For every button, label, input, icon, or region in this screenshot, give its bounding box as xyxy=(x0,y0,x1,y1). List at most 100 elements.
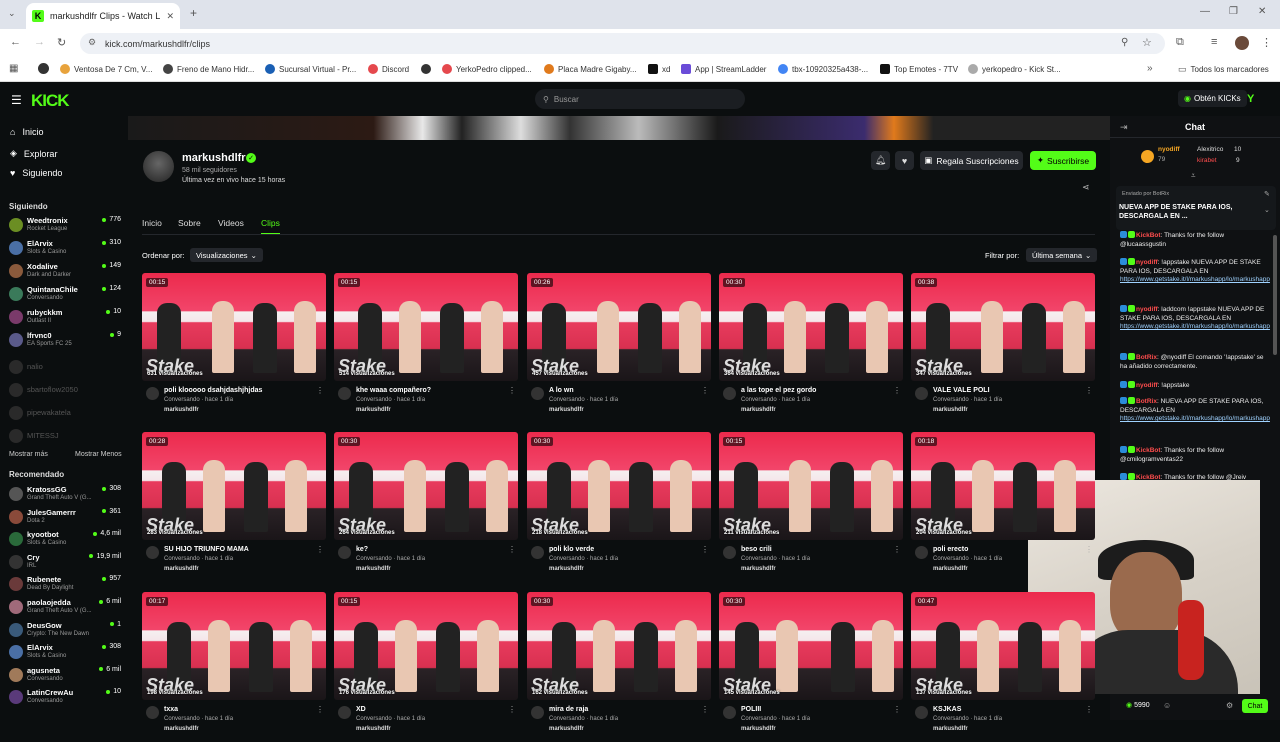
menu-dots-icon[interactable]: ⋮ xyxy=(1261,36,1272,49)
reading-list-icon[interactable]: ≡ xyxy=(1211,36,1217,48)
bookmark-item[interactable]: yerkopedro - Kick St... xyxy=(968,64,1061,74)
browser-tab-active[interactable]: K markushdlfr Clips - Watch Live ... ✕ xyxy=(26,3,180,29)
chat-username[interactable]: KickBot xyxy=(1136,474,1161,481)
leaderboard-name[interactable]: nyodiff xyxy=(1158,146,1180,153)
clip-thumbnail[interactable]: Stake 00:38 347 visualizaciones xyxy=(911,273,1095,381)
clip-card[interactable]: Stake 00:15 211 visualizaciones beso crili C… xyxy=(719,432,903,582)
clip-author[interactable]: markushdlfr xyxy=(933,566,968,572)
clip-author[interactable]: markushdlfr xyxy=(549,407,584,413)
minimize-icon[interactable]: — xyxy=(1200,6,1210,17)
sidebar-channel[interactable]: Xodalive Dark and Darker 149 xyxy=(9,261,121,283)
site-info-icon[interactable]: ⚙ xyxy=(88,37,96,48)
clip-title[interactable]: poli klooooo dsahjdashjhjdas xyxy=(164,387,262,394)
sidebar-channel-offline[interactable]: pipewakatela xyxy=(9,403,121,425)
sidebar-channel[interactable]: ElArvix Slots & Casino 310 xyxy=(9,238,121,260)
bookmark-item[interactable]: Sucursal Virtual - Pr... xyxy=(265,64,356,74)
apps-grid-icon[interactable]: ▦ xyxy=(9,63,18,74)
more-options-icon[interactable]: ⋮ xyxy=(1085,705,1093,714)
pin-icon[interactable]: ✎ xyxy=(1264,190,1270,198)
url-field[interactable]: ⚙ kick.com/markushdlfr/clips xyxy=(80,33,1165,54)
clip-thumbnail[interactable]: Stake 00:30 364 visualizaciones xyxy=(719,273,903,381)
tab-videos[interactable]: Videos xyxy=(218,218,244,228)
more-options-icon[interactable]: ⋮ xyxy=(1085,545,1093,554)
more-options-icon[interactable]: ⋮ xyxy=(893,545,901,554)
clip-author[interactable]: markushdlfr xyxy=(741,407,776,413)
leaderboard-name[interactable]: Alexitrico xyxy=(1197,146,1223,153)
clip-author[interactable]: markushdlfr xyxy=(164,726,199,732)
clip-title[interactable]: ke? xyxy=(356,546,368,553)
show-more-link[interactable]: Mostrar más xyxy=(9,451,48,458)
clip-author[interactable]: markushdlfr xyxy=(933,407,968,413)
clip-title[interactable]: khe waaa compañero? xyxy=(356,387,431,394)
chat-username[interactable]: nyodiff xyxy=(1136,306,1158,313)
sidebar-channel-offline[interactable]: nalio xyxy=(9,357,121,379)
bookmark-item[interactable]: tbx-10920325a438-... xyxy=(778,64,868,74)
more-bookmarks-icon[interactable]: » xyxy=(1147,63,1153,74)
channel-avatar[interactable] xyxy=(143,151,174,182)
notifications-bell-button[interactable]: 🔔︎ xyxy=(871,151,890,170)
clip-card[interactable]: Stake 00:15 514 visualizaciones khe waaa co… xyxy=(334,273,518,423)
channel-points[interactable]: ◉ 5990 xyxy=(1126,701,1150,709)
clip-author[interactable]: markushdlfr xyxy=(549,726,584,732)
pinned-message[interactable]: Enviado por BotRix ✎ NUEVA APP DE STAKE … xyxy=(1116,186,1276,230)
profile-avatar[interactable] xyxy=(1235,36,1249,50)
close-window-icon[interactable]: ✕ xyxy=(1258,6,1266,17)
new-tab-icon[interactable]: + xyxy=(190,6,197,20)
filter-dropdown[interactable]: Última semana ⌄ xyxy=(1026,248,1098,262)
clip-title[interactable]: beso crili xyxy=(741,546,772,553)
sidebar-channel[interactable]: kyootbot Slots & Casino 4,6 mil xyxy=(9,529,121,551)
clip-thumbnail[interactable]: Stake 00:47 137 visualizaciones xyxy=(911,592,1095,700)
clip-card[interactable]: Stake 00:26 457 visualizaciones A lo wn Conv… xyxy=(527,273,711,423)
clip-thumbnail[interactable]: Stake 00:28 283 visualizaciones xyxy=(142,432,326,540)
extensions-icon[interactable]: ⧉ xyxy=(1176,36,1184,49)
chat-username[interactable]: BotRix xyxy=(1136,398,1157,405)
bookmark-item[interactable]: xd xyxy=(648,64,670,74)
tab-home[interactable]: Inicio xyxy=(142,218,162,228)
restore-icon[interactable]: ❐ xyxy=(1229,6,1238,17)
sidebar-channel-offline[interactable]: sbartoflow2050 xyxy=(9,380,121,402)
user-profile-icon[interactable]: Y xyxy=(1247,93,1254,105)
tab-about[interactable]: Sobre xyxy=(178,218,201,228)
clip-author[interactable]: markushdlfr xyxy=(356,566,391,572)
sidebar-channel[interactable]: JulesGamerrr Dota 2 361 xyxy=(9,507,121,529)
share-icon[interactable]: ⋖ xyxy=(1082,182,1090,193)
bookmark-item[interactable]: Ventosa De 7 Cm, V... xyxy=(60,64,152,74)
sidebar-channel[interactable]: Rubenete Dead By Daylight 957 xyxy=(9,574,121,596)
clip-author[interactable]: markushdlfr xyxy=(164,566,199,572)
show-less-link[interactable]: Mostrar Menos xyxy=(75,451,122,458)
chat-link[interactable]: https://www.getstake.it/l/markushapp/lo/… xyxy=(1120,276,1270,283)
clip-author[interactable]: markushdlfr xyxy=(164,407,199,413)
bookmark-item[interactable]: Placa Madre Gigaby... xyxy=(544,64,637,74)
chat-username[interactable]: nyodiff xyxy=(1136,382,1158,389)
sidebar-channel[interactable]: ElArvix Slots & Casino 308 xyxy=(9,642,121,664)
chat-username[interactable]: nyodiff xyxy=(1136,259,1158,266)
clip-author[interactable]: markushdlfr xyxy=(933,726,968,732)
all-bookmarks-folder[interactable]: ▭ Todos los marcadores xyxy=(1178,64,1269,75)
clip-thumbnail[interactable]: Stake 00:17 198 visualizaciones xyxy=(142,592,326,700)
chat-username[interactable]: BotRix xyxy=(1136,354,1157,361)
clip-title[interactable]: A lo wn xyxy=(549,387,574,394)
clip-thumbnail[interactable]: Stake 00:15 211 visualizaciones xyxy=(719,432,903,540)
more-options-icon[interactable]: ⋮ xyxy=(893,386,901,395)
forward-icon[interactable]: → xyxy=(34,36,45,48)
more-options-icon[interactable]: ⋮ xyxy=(508,705,516,714)
chat-scrollbar[interactable] xyxy=(1273,235,1277,355)
collapse-chat-icon[interactable]: ⇥ xyxy=(1120,122,1128,133)
bookmark-item[interactable]: Discord xyxy=(368,64,409,74)
bookmark-item[interactable]: Top Emotes - 7TV xyxy=(880,64,958,74)
sidebar-channel[interactable]: LatinCrewAu Conversando 10 xyxy=(9,687,121,709)
sidebar-channel[interactable]: QuintanaChile Conversando 124 xyxy=(9,284,121,306)
expand-leaderboard-icon[interactable]: ⩡ xyxy=(1191,171,1196,181)
clip-thumbnail[interactable]: Stake 00:30 162 visualizaciones xyxy=(527,592,711,700)
sidebar-channel-offline[interactable]: MITESSJ xyxy=(9,426,121,448)
sidebar-channel[interactable]: paolaojedda Grand Theft Auto V (G... 6 mil xyxy=(9,597,121,619)
more-options-icon[interactable]: ⋮ xyxy=(701,386,709,395)
clip-author[interactable]: markushdlfr xyxy=(741,726,776,732)
sidebar-channel[interactable]: Weedtronix Rocket League 776 xyxy=(9,215,121,237)
clip-card[interactable]: Stake 00:15 631 visualizaciones poli kloooo… xyxy=(142,273,326,423)
chat-username[interactable]: KickBot xyxy=(1136,232,1161,239)
clip-card[interactable]: Stake 00:30 218 visualizaciones poli klo ve… xyxy=(527,432,711,582)
sidebar-channel[interactable]: rubyckkm Outlast II 10 xyxy=(9,307,121,329)
reload-icon[interactable]: ↻ xyxy=(57,36,66,49)
clip-title[interactable]: XD xyxy=(356,706,366,713)
